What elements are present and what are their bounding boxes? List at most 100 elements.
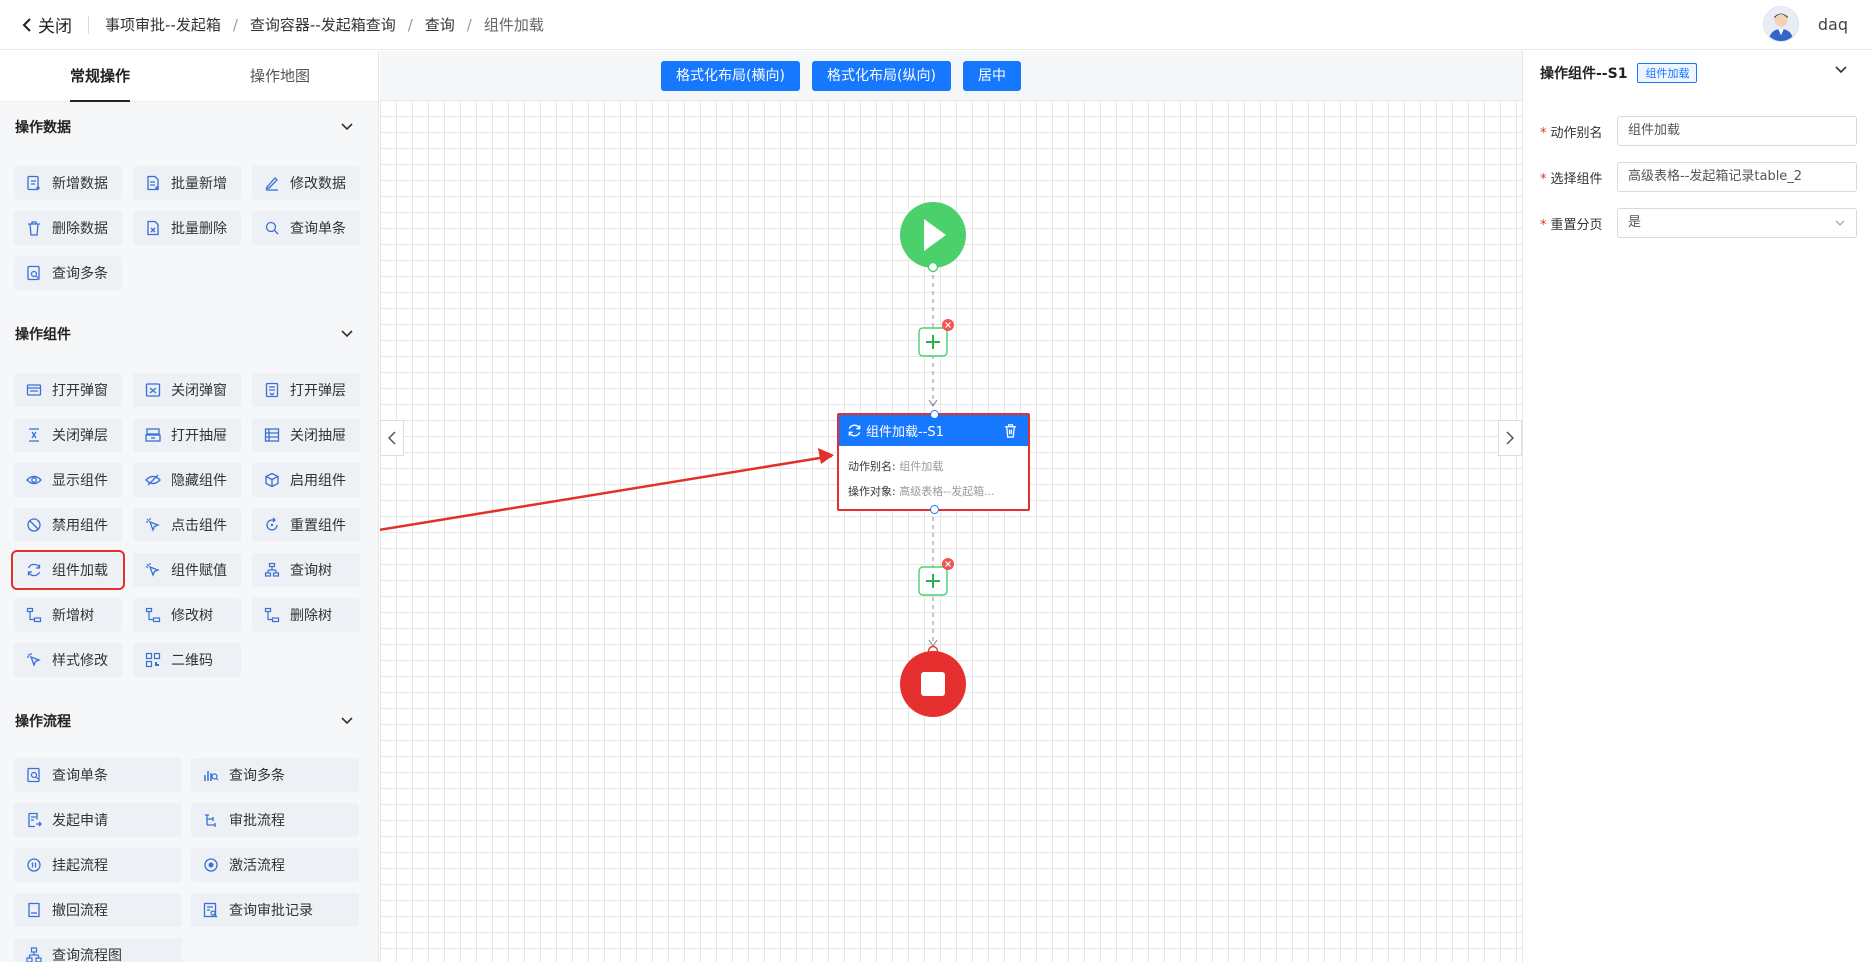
flow-item-query-multi[interactable]: 查询多条	[191, 758, 359, 792]
op-item-batch-add[interactable]: 批量新增	[133, 166, 241, 200]
collapse-left-button[interactable]	[380, 420, 404, 456]
start-node[interactable]	[900, 202, 966, 268]
close-button[interactable]: 关闭	[22, 12, 72, 37]
remove-step-icon[interactable]	[942, 319, 954, 331]
collapse-right-button[interactable]	[1498, 420, 1522, 456]
op-item-reset-component[interactable]: 重置组件	[252, 508, 360, 542]
list-icon	[264, 427, 280, 443]
window-icon	[26, 382, 42, 398]
op-item-load-component[interactable]: 组件加载	[11, 550, 125, 590]
avatar[interactable]	[1762, 6, 1799, 42]
flow-item-query-single[interactable]: 查询单条	[14, 758, 182, 792]
bar-search-icon	[203, 767, 219, 783]
reset-icon	[264, 517, 280, 533]
action-node-title: 组件加载--S1	[866, 425, 944, 440]
close-window-icon	[145, 382, 161, 398]
chevron-down-icon[interactable]	[340, 329, 354, 339]
section-header[interactable]: 操作流程	[0, 696, 378, 746]
op-item-open-drawer[interactable]: 打开抽屉	[133, 418, 241, 452]
section-title: 操作数据	[15, 120, 71, 136]
batch-add-icon	[145, 175, 161, 191]
tree-add-icon	[26, 607, 42, 623]
search-doc-icon	[26, 265, 42, 281]
section-items: 新增数据 批量新增 修改数据 删除数据 批量删除 查询单条 查询多条	[0, 152, 378, 309]
record-icon	[203, 857, 219, 873]
trash-icon[interactable]	[1003, 423, 1018, 438]
op-item-style-modify[interactable]: 样式修改	[14, 643, 122, 677]
chevron-down-icon[interactable]	[340, 122, 354, 132]
left-panel: 常规操作 操作地图 操作数据 新增数据 批量新增 修改数据 删除数据 批量删除 …	[0, 51, 379, 962]
op-item-query-multi[interactable]: 查询多条	[14, 256, 122, 290]
op-item-assign-component[interactable]: 组件赋值	[133, 553, 241, 587]
pause-circle-icon	[26, 857, 42, 873]
cursor-click-icon	[145, 517, 161, 533]
flow-item-approve[interactable]: 审批流程	[191, 803, 359, 837]
op-item-close-layer[interactable]: 关闭弹层	[14, 418, 122, 452]
op-item-hide-component[interactable]: 隐藏组件	[133, 463, 241, 497]
op-item-add-data[interactable]: 新增数据	[14, 166, 122, 200]
op-item-disable-component[interactable]: 禁用组件	[14, 508, 122, 542]
op-item-qrcode[interactable]: 二维码	[133, 643, 241, 677]
op-item-click-component[interactable]: 点击组件	[133, 508, 241, 542]
flow-item-query-approval-record[interactable]: 查询审批记录	[191, 893, 359, 927]
breadcrumb-item[interactable]: 事项审批--发起箱	[105, 14, 221, 35]
action-node-body: 动作别名: 组件加载 操作对象: 高级表格--发起箱...	[839, 446, 1028, 504]
add-doc-icon	[26, 175, 42, 191]
action-node[interactable]: 组件加载--S1 动作别名: 组件加载 操作对象: 高级表格--发起箱...	[837, 410, 1030, 514]
section-items: 查询单条 查询多条 发起申请 审批流程 挂起流程 激活流程 撤回流程 查询审批记…	[0, 746, 378, 962]
op-item-delete-tree[interactable]: 删除树	[252, 598, 360, 632]
section-header[interactable]: 操作数据	[0, 102, 378, 152]
username: daq	[1817, 14, 1848, 34]
chevron-down-icon[interactable]	[340, 716, 354, 726]
node-alias-row: 动作别名: 组件加载	[848, 460, 944, 473]
refresh-icon	[848, 424, 861, 437]
op-item-delete-data[interactable]: 删除数据	[14, 211, 122, 245]
section-header[interactable]: 操作组件	[0, 309, 378, 359]
action-alias-input[interactable]: 组件加载	[1617, 116, 1857, 146]
select-component-input[interactable]: 高级表格--发起箱记录table_2	[1617, 162, 1857, 192]
edit-icon	[264, 175, 280, 191]
field-select-component: * 选择组件 高级表格--发起箱记录table_2	[1540, 162, 1857, 192]
end-node[interactable]	[900, 651, 966, 717]
reset-pagination-select[interactable]: 是	[1617, 208, 1857, 238]
op-item-open-layer[interactable]: 打开弹层	[252, 373, 360, 407]
user-avatar-icon	[1768, 13, 1794, 41]
user-menu[interactable]: daq	[1762, 6, 1848, 42]
flow-item-suspend[interactable]: 挂起流程	[14, 848, 182, 882]
op-item-query-tree[interactable]: 查询树	[252, 553, 360, 587]
eye-off-icon	[145, 472, 161, 488]
cube-icon	[264, 472, 280, 488]
op-item-query-single[interactable]: 查询单条	[252, 211, 360, 245]
section-title: 操作组件	[15, 327, 71, 343]
chevron-down-icon[interactable]	[1834, 65, 1848, 75]
flow-item-withdraw[interactable]: 撤回流程	[14, 893, 182, 927]
op-item-batch-delete[interactable]: 批量删除	[133, 211, 241, 245]
op-item-show-component[interactable]: 显示组件	[14, 463, 122, 497]
flow-canvas[interactable]: 格式化布局(横向) 格式化布局(纵向) 居中 组件加载--S1 动作别名: 组件…	[380, 51, 1522, 962]
op-item-edit-data[interactable]: 修改数据	[252, 166, 360, 200]
op-item-edit-tree[interactable]: 修改树	[133, 598, 241, 632]
op-item-add-tree[interactable]: 新增树	[14, 598, 122, 632]
flow-item-submit-request[interactable]: 发起申请	[14, 803, 182, 837]
divider	[88, 15, 89, 34]
cursor-click-icon	[26, 652, 42, 668]
tree-edit-icon	[145, 607, 161, 623]
flow-item-query-flowchart[interactable]: 查询流程图	[14, 938, 182, 962]
component-type-tag: 组件加载	[1637, 63, 1698, 83]
op-item-close-dialog[interactable]: 关闭弹窗	[133, 373, 241, 407]
search-icon	[264, 220, 280, 236]
add-step-button[interactable]	[918, 327, 948, 357]
op-item-close-drawer[interactable]: 关闭抽屉	[252, 418, 360, 452]
tab-regular-ops[interactable]: 常规操作	[0, 51, 200, 102]
layer-open-icon	[264, 382, 280, 398]
flow-item-activate[interactable]: 激活流程	[191, 848, 359, 882]
op-item-open-dialog[interactable]: 打开弹窗	[14, 373, 122, 407]
breadcrumb-item[interactable]: 查询容器--发起箱查询	[250, 14, 396, 35]
remove-step-icon[interactable]	[942, 558, 954, 570]
add-step-button[interactable]	[918, 566, 948, 596]
breadcrumb-item[interactable]: 查询	[425, 14, 455, 35]
action-node-header[interactable]: 组件加载--S1	[839, 415, 1028, 446]
tab-op-map[interactable]: 操作地图	[200, 51, 360, 101]
op-item-enable-component[interactable]: 启用组件	[252, 463, 360, 497]
record-search-icon	[203, 902, 219, 918]
